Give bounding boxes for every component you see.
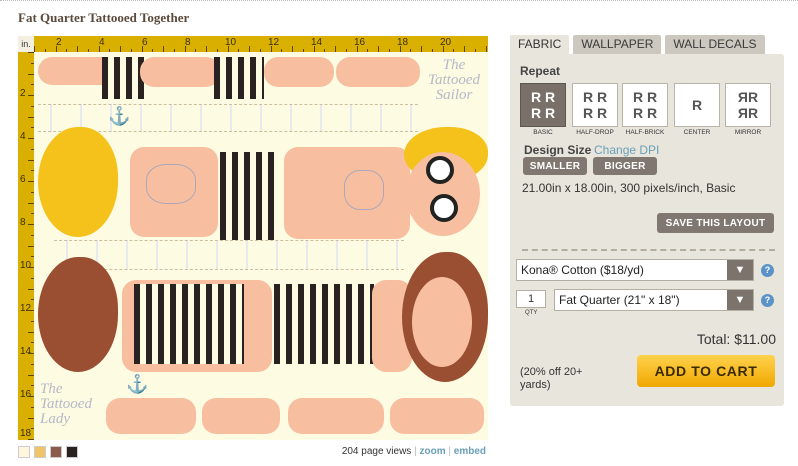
size-select[interactable]: Fat Quarter (21" x 18") ▼ <box>554 289 754 311</box>
leg-piece <box>106 398 196 434</box>
tab-wall-decals[interactable]: WALL DECALS <box>665 35 765 54</box>
ruler-label: 4 <box>99 37 105 48</box>
arm-piece <box>140 57 220 87</box>
ruler-label: 6 <box>20 174 26 185</box>
fabric-type-value: Kona® Cotton ($18/yd) <box>521 263 644 277</box>
page-views: 204 page views <box>341 446 412 457</box>
repeat-label: Repeat <box>520 64 561 78</box>
glasses-lens <box>426 156 454 184</box>
ruler-label: 12 <box>20 303 32 314</box>
embed-link[interactable]: embed <box>454 446 486 457</box>
repeat-glyph: R <box>691 97 703 113</box>
design-preview[interactable]: The Tattooed Sailor ⚓ ⚓ The Tattooed Lad… <box>34 52 488 440</box>
tattoo-doodle <box>344 170 384 210</box>
stripe-piece <box>102 57 146 99</box>
ruler-label: 6 <box>142 37 148 48</box>
leg-piece <box>202 398 280 434</box>
ruler-label: 2 <box>56 37 62 48</box>
tattoo-doodle <box>146 164 196 204</box>
stripe-piece <box>214 57 264 99</box>
design-dimensions: 21.00in x 18.00in, 300 pixels/inch, Basi… <box>522 181 736 195</box>
top-divider <box>0 0 798 3</box>
instructions-strip <box>38 104 418 132</box>
color-swatch[interactable] <box>50 446 62 458</box>
design-size-label: Design Size <box>524 143 592 157</box>
ruler-vertical: 2 4 6 8 10 12 14 16 18 <box>18 52 34 440</box>
add-to-cart-button[interactable]: ADD TO CART <box>637 355 775 387</box>
order-total: Total: $11.00 <box>696 331 776 347</box>
change-dpi-link[interactable]: Change DPI <box>594 143 659 157</box>
leg-piece <box>264 57 334 87</box>
ruler-label: 8 <box>185 37 191 48</box>
stripe-piece <box>134 284 244 364</box>
stripe-piece <box>274 284 374 364</box>
arm-piece <box>390 398 484 434</box>
stripe-piece <box>220 152 276 242</box>
instructions-strip <box>54 240 404 270</box>
ruler-unit-label: in. <box>18 36 34 52</box>
ruler-horizontal: 2 4 6 8 10 12 14 16 18 20 <box>18 36 488 52</box>
repeat-glyph: ЯR ЯR <box>737 89 759 121</box>
tab-wallpaper[interactable]: WALLPAPER <box>573 35 662 54</box>
separator: | <box>414 446 417 457</box>
help-icon[interactable]: ? <box>761 294 774 307</box>
repeat-glyph: R R R R <box>582 89 608 121</box>
ruler-label: 18 <box>20 428 32 439</box>
save-layout-button[interactable]: SAVE THIS LAYOUT <box>657 213 774 233</box>
ruler-label: 16 <box>20 389 32 400</box>
sailor-title: The Tattooed Sailor <box>428 57 480 103</box>
anchor-icon: ⚓ <box>126 374 149 394</box>
repeat-half-drop-option[interactable]: R R R R <box>572 83 618 127</box>
color-swatch[interactable] <box>34 446 46 458</box>
page-title: Fat Quarter Tattooed Together <box>18 10 190 25</box>
leg-piece <box>336 57 420 87</box>
size-value: Fat Quarter (21" x 18") <box>559 293 680 307</box>
arm-piece <box>288 398 384 434</box>
zoom-link[interactable]: zoom <box>419 446 445 457</box>
yellow-hair <box>38 127 118 237</box>
design-footer: 204 page views | zoom | embed <box>342 446 486 457</box>
repeat-mirror-option[interactable]: ЯR ЯR <box>725 83 771 127</box>
ruler-label: 14 <box>20 346 32 357</box>
repeat-caption: HALF-DROP <box>576 129 614 136</box>
ruler-label: 8 <box>20 217 26 228</box>
chevron-down-icon: ▼ <box>727 290 753 310</box>
color-swatch[interactable] <box>18 446 30 458</box>
bulk-discount-note: (20% off 20+ yards) <box>520 366 583 391</box>
anchor-icon: ⚓ <box>108 106 131 126</box>
repeat-basic-option[interactable]: R R R R <box>520 83 566 127</box>
lady-face <box>412 277 472 367</box>
tab-fabric[interactable]: FABRIC <box>510 35 570 54</box>
quantity-input[interactable]: 1 <box>516 290 546 308</box>
ruler-label: 10 <box>20 260 32 271</box>
bigger-button[interactable]: BIGGER <box>593 157 657 175</box>
ruler-label: 2 <box>20 88 26 99</box>
repeat-center-option[interactable]: R <box>674 83 720 127</box>
repeat-caption: CENTER <box>683 129 711 136</box>
separator: | <box>448 446 451 457</box>
repeat-caption: HALF-BRICK <box>625 129 665 136</box>
smaller-button[interactable]: SMALLER <box>523 157 587 175</box>
chevron-down-icon: ▼ <box>727 260 753 280</box>
fabric-type-select[interactable]: Kona® Cotton ($18/yd) ▼ <box>516 259 754 281</box>
repeat-caption: BASIC <box>533 129 553 136</box>
color-swatch[interactable] <box>66 446 78 458</box>
product-tabs: FABRIC WALLPAPER WALL DECALS <box>510 35 765 54</box>
section-divider <box>522 249 775 251</box>
ruler-label: 4 <box>20 131 26 142</box>
repeat-glyph: R R R R <box>530 89 556 121</box>
glasses-lens <box>430 194 458 222</box>
repeat-glyph: R R R R <box>632 89 658 121</box>
repeat-caption: MIRROR <box>734 129 762 136</box>
brown-hair <box>38 257 118 372</box>
repeat-half-brick-option[interactable]: R R R R <box>622 83 668 127</box>
quantity-label: QTY <box>525 310 538 316</box>
help-icon[interactable]: ? <box>761 264 774 277</box>
lady-title: The Tattooed Lady <box>40 381 92 427</box>
